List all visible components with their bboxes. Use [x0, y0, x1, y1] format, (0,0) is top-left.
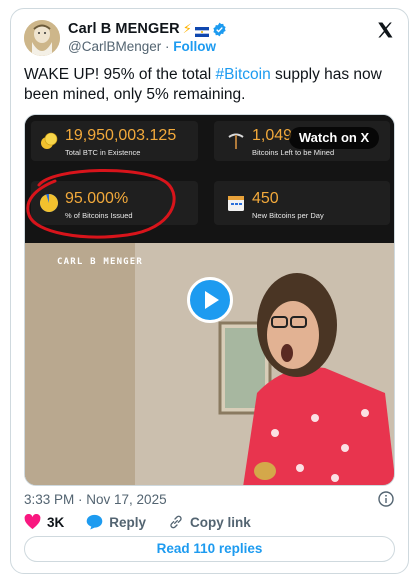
- tweet-card: Carl B MENGER ⚡ @CarlBMenger · Follow WA…: [10, 8, 409, 574]
- stat-label-btc-left: Bitcoins Left to be Mined: [252, 148, 335, 157]
- stat-box-total-btc: 19,950,003.125 Total BTC in Existence: [31, 121, 198, 161]
- video-watermark: CARL B MENGER: [57, 257, 144, 267]
- author-display-name[interactable]: Carl B MENGER: [68, 21, 180, 37]
- author-handle-row: @CarlBMenger · Follow: [68, 39, 216, 54]
- reply-bubble-icon: [86, 514, 103, 530]
- verified-badge-icon: [212, 22, 227, 37]
- calendar-icon: [226, 193, 246, 218]
- read-replies-button[interactable]: Read 110 replies: [24, 536, 395, 562]
- stat-label-new-per-day: New Bitcoins per Day: [252, 211, 324, 220]
- author-avatar[interactable]: [24, 20, 60, 56]
- play-icon: [205, 291, 219, 309]
- highlight-circle: [26, 169, 176, 239]
- watch-on-x-button[interactable]: Watch on X: [289, 127, 379, 149]
- follow-button[interactable]: Follow: [173, 39, 216, 54]
- copy-link-button[interactable]: Copy link: [168, 514, 251, 530]
- tweet-text-before: WAKE UP! 95% of the total: [24, 66, 216, 83]
- stat-label-total-btc: Total BTC in Existence: [65, 148, 141, 157]
- el-salvador-flag-icon: [194, 24, 209, 37]
- video-player[interactable]: CARL B MENGER: [25, 243, 394, 485]
- info-icon[interactable]: [378, 491, 394, 507]
- link-icon: [170, 515, 182, 529]
- play-button[interactable]: [187, 277, 233, 323]
- stat-value-btc-left: 1,049: [252, 127, 293, 144]
- like-count: 3K: [47, 514, 65, 530]
- tweet-text: WAKE UP! 95% of the total #Bitcoin suppl…: [24, 65, 399, 105]
- stat-box-new-per-day: 450 New Bitcoins per Day: [214, 181, 390, 225]
- tweet-actions: 3K Reply Copy link: [24, 514, 273, 530]
- reply-button[interactable]: Reply: [86, 514, 146, 530]
- bitcoin-stats-panel: 19,950,003.125 Total BTC in Existence 1,…: [25, 115, 394, 243]
- author-name-row[interactable]: Carl B MENGER ⚡: [68, 21, 227, 37]
- copy-link-label: Copy link: [190, 514, 251, 530]
- stat-value-new-per-day: 450: [252, 190, 279, 207]
- x-logo-icon[interactable]: [376, 21, 394, 39]
- tweet-media[interactable]: 19,950,003.125 Total BTC in Existence 1,…: [24, 114, 395, 486]
- stat-value-total-btc: 19,950,003.125: [65, 127, 177, 144]
- separator: ·: [161, 39, 174, 54]
- lightning-emoji: ⚡: [182, 21, 192, 36]
- reply-label: Reply: [109, 514, 147, 530]
- coins-icon: [39, 131, 59, 156]
- tweet-timestamp[interactable]: 3:33 PM · Nov 17, 2025: [24, 492, 167, 507]
- like-button[interactable]: 3K: [24, 514, 64, 530]
- heart-icon: [24, 514, 41, 530]
- author-handle[interactable]: @CarlBMenger: [68, 39, 161, 54]
- pickaxe-icon: [226, 131, 246, 156]
- bitcoin-hashtag-link[interactable]: #Bitcoin: [216, 66, 271, 83]
